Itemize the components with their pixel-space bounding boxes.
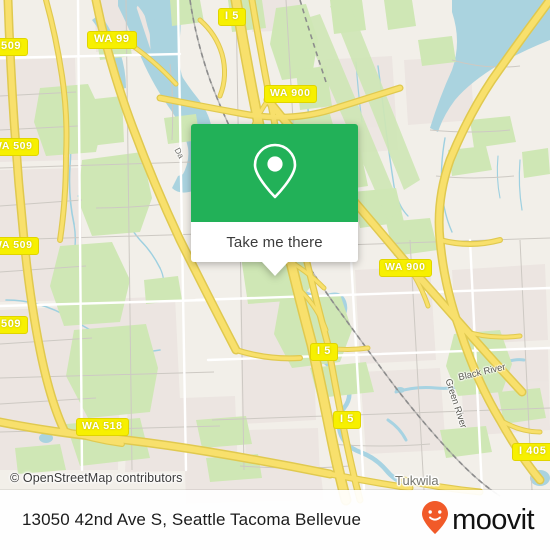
address-label: 13050 42nd Ave S, Seattle Tacoma Bellevu… — [22, 510, 361, 529]
highway-shield: I 5 — [310, 343, 339, 361]
highway-shield: 509 — [0, 38, 29, 56]
callout-pointer-tail — [261, 262, 288, 276]
highway-shield: I 405 — [512, 443, 550, 461]
take-me-there-label: Take me there — [226, 233, 323, 251]
location-callout-card[interactable]: Take me there — [191, 124, 358, 276]
highway-shield: WA 99 — [87, 31, 137, 49]
callout-header — [191, 124, 358, 222]
highway-shield: 509 — [0, 316, 29, 334]
moovit-smiley-pin-icon — [420, 500, 450, 541]
moovit-logo[interactable]: moovit — [420, 500, 535, 541]
highway-shield: WA 900 — [379, 259, 432, 277]
map-place-label: Tukwila — [395, 473, 439, 488]
bottom-bar: 13050 42nd Ave S, Seattle Tacoma Bellevu… — [0, 490, 550, 550]
highway-shield: WA 509 — [0, 237, 39, 255]
highway-shield: WA 518 — [76, 418, 129, 436]
highway-shield: WA 900 — [264, 85, 317, 103]
map-attribution[interactable]: © OpenStreetMap contributors — [10, 471, 183, 485]
highway-shield: I 5 — [333, 411, 362, 429]
map-pin-icon — [251, 141, 299, 206]
highway-shield: I 5 — [218, 8, 247, 26]
moovit-wordmark: moovit — [452, 503, 534, 536]
screenshot-root: © OpenStreetMap contributors I 5 WA 99 509… — [0, 0, 550, 550]
highway-shield: WA 509 — [0, 138, 39, 156]
take-me-there-button[interactable]: Take me there — [191, 222, 358, 262]
